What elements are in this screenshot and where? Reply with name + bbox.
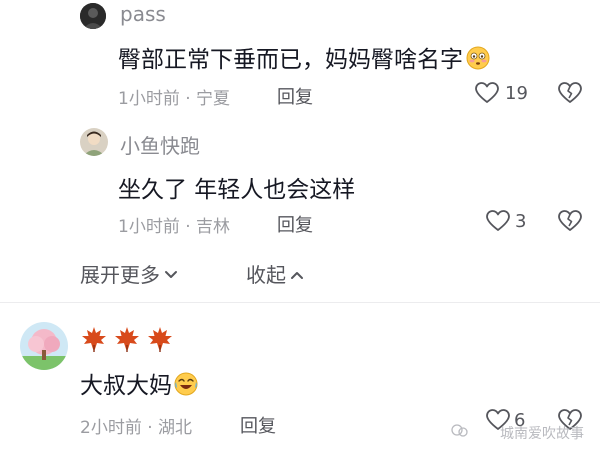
comment-time-location: 1小时前 · 宁夏 xyxy=(118,89,231,109)
expand-more-label: 展开更多 xyxy=(80,263,160,287)
like-count: 3 xyxy=(515,211,527,232)
maple-leaf-icon xyxy=(80,325,108,357)
heart-icon[interactable] xyxy=(475,82,499,108)
comment-author-name[interactable]: pass xyxy=(120,2,166,26)
comment-text: 坐久了 年轻人也会这样 xyxy=(118,177,356,203)
collapse-label: 收起 xyxy=(246,263,286,287)
reply-button[interactable]: 回复 xyxy=(277,83,313,109)
maple-leaf-icon xyxy=(146,325,174,357)
watermark-logo-icon xyxy=(451,423,469,443)
comment-text: 臀部正常下垂而已，妈妈臀啥名字 xyxy=(118,40,490,76)
comment-thread: pass 臀部正常下垂而已，妈妈臀啥名字 1小时前 · 宁夏 回复 19 小鱼快… xyxy=(0,0,600,451)
comment-text-body: 大叔大妈 xyxy=(80,373,172,399)
avatar-blossom[interactable] xyxy=(20,322,68,370)
avatar-image xyxy=(80,128,108,156)
maple-leaf-icon xyxy=(113,325,141,357)
dislike-broken-heart-icon[interactable] xyxy=(558,210,582,236)
comment-time-location: 1小时前 · 吉林 xyxy=(118,217,231,237)
avatar-image xyxy=(20,322,68,370)
watermark-text: 城南爱吹故事 xyxy=(500,426,584,442)
heart-icon[interactable] xyxy=(486,210,510,236)
reply-button[interactable]: 回复 xyxy=(277,211,313,237)
comment-time-location: 2小时前 · 湖北 xyxy=(80,418,193,438)
section-divider xyxy=(0,302,600,303)
chevron-down-icon xyxy=(164,261,178,285)
avatar-image xyxy=(80,3,106,29)
comment-text-body: 臀部正常下垂而已，妈妈臀啥名字 xyxy=(118,47,463,73)
flushed-emoji xyxy=(466,46,490,76)
comment-author-name[interactable]: 小鱼快跑 xyxy=(120,130,200,159)
laughing-tears-emoji xyxy=(174,372,198,402)
like-count: 19 xyxy=(505,83,528,104)
expand-more-button[interactable]: 展开更多 xyxy=(80,259,178,288)
collapse-button[interactable]: 收起 xyxy=(246,259,304,288)
avatar-xiaoyu[interactable] xyxy=(80,128,108,156)
reply-button[interactable]: 回复 xyxy=(240,412,276,438)
chevron-up-icon xyxy=(290,261,304,285)
dislike-broken-heart-icon[interactable] xyxy=(558,82,582,108)
avatar-pass[interactable] xyxy=(80,3,106,29)
comment-text: 大叔大妈 xyxy=(80,366,198,402)
